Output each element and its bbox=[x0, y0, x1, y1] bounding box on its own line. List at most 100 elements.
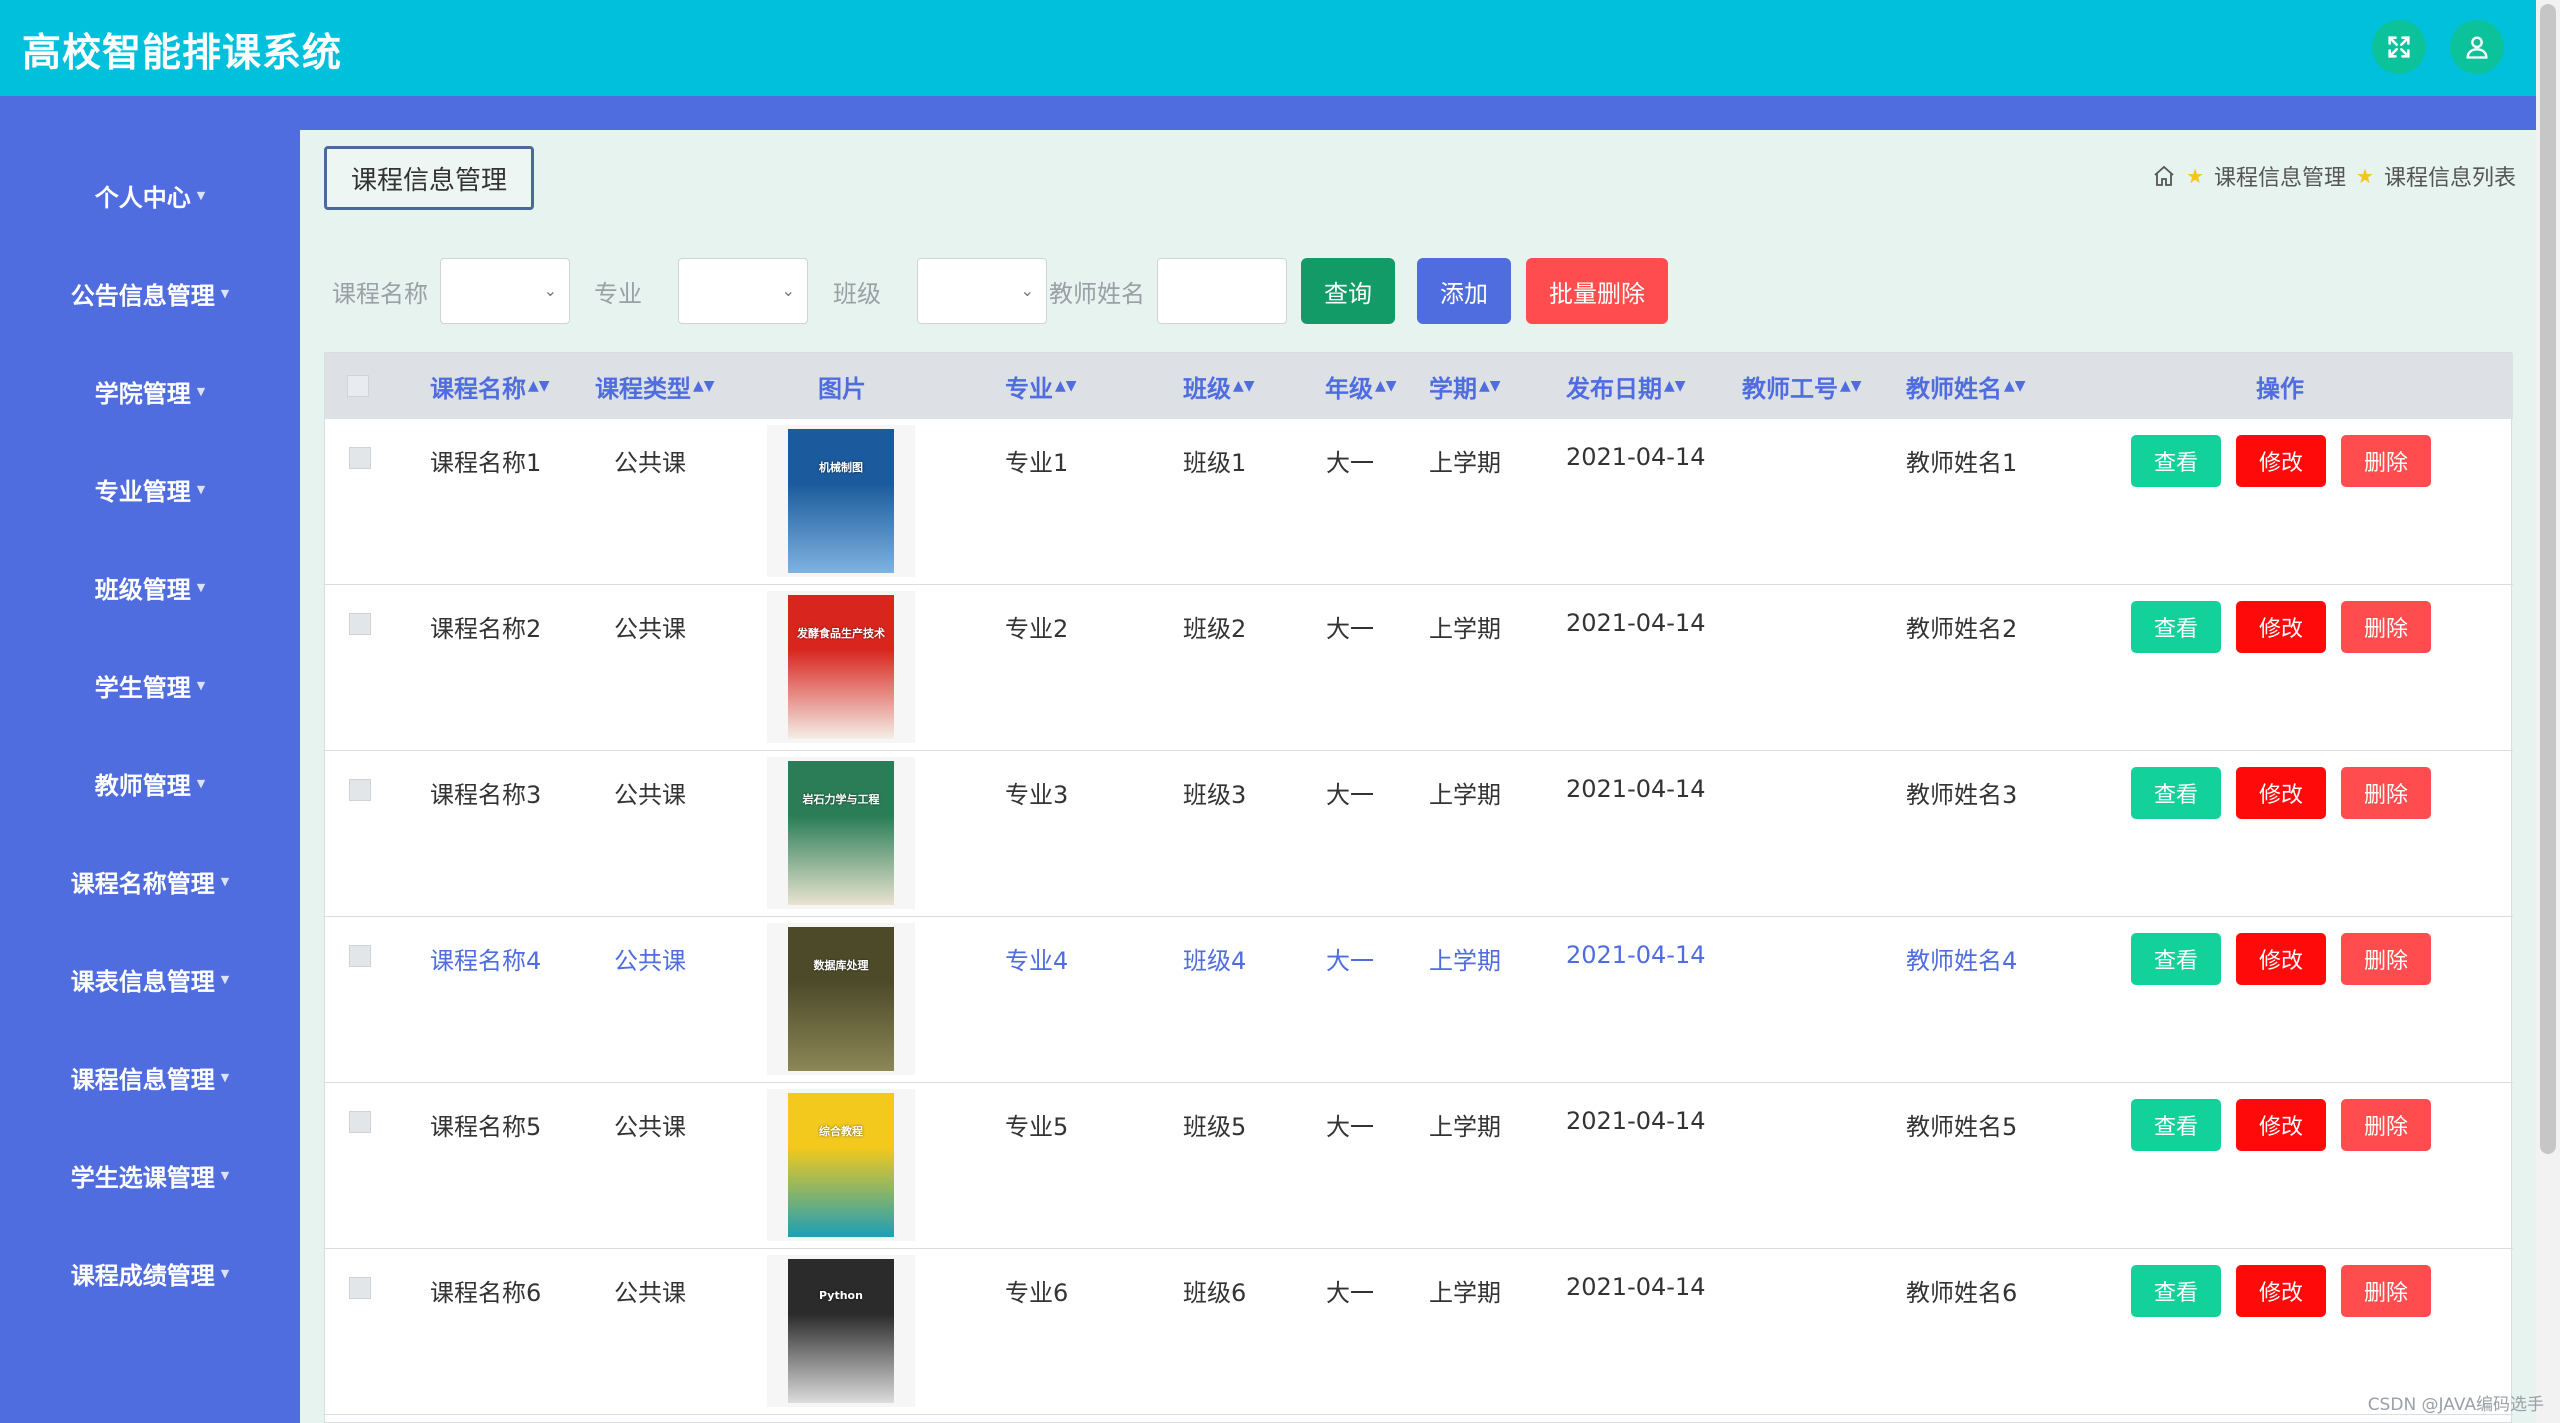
course-image[interactable]: 机械制图 bbox=[767, 425, 915, 577]
sidebar-item-course-selection[interactable]: 学生选课管理 ▼ bbox=[0, 1126, 300, 1224]
view-button[interactable]: 查看 bbox=[2131, 1099, 2221, 1151]
batch-delete-button[interactable]: 批量删除 bbox=[1526, 258, 1668, 324]
sort-icon: ▲▼ bbox=[2004, 378, 2026, 394]
sidebar-item-notice[interactable]: 公告信息管理 ▼ bbox=[0, 244, 300, 342]
teacher-name-cell: 教师姓名4 bbox=[1906, 947, 2018, 975]
table-row[interactable]: 课程名称3 公共课 专业3 班级3 大一 上学期 2021-04-14 教师姓名3 岩石力学与工… bbox=[325, 751, 2513, 917]
edit-button[interactable]: 修改 bbox=[2236, 1099, 2326, 1151]
query-button[interactable]: 查询 bbox=[1301, 258, 1395, 324]
course-name-cell: 课程名称4 bbox=[430, 947, 542, 975]
sidebar-item-course-info[interactable]: 课程信息管理 ▼ bbox=[0, 1028, 300, 1126]
edit-button[interactable]: 修改 bbox=[2236, 1265, 2326, 1317]
sort-icon: ▲▼ bbox=[1375, 378, 1397, 394]
delete-button[interactable]: 删除 bbox=[2341, 601, 2431, 653]
delete-button[interactable]: 删除 bbox=[2341, 767, 2431, 819]
row-checkbox[interactable] bbox=[349, 945, 371, 967]
sidebar-item-label: 课程名称管理 bbox=[70, 869, 215, 898]
class-cell: 班级6 bbox=[1183, 1279, 1247, 1307]
major-select[interactable]: ⌄ bbox=[678, 258, 808, 324]
sidebar-item-personal-center[interactable]: 个人中心 ▼ bbox=[0, 146, 300, 244]
class-select[interactable]: ⌄ bbox=[917, 258, 1047, 324]
column-header[interactable]: 发布日期 ▲▼ bbox=[1566, 353, 1686, 419]
view-button[interactable]: 查看 bbox=[2131, 933, 2221, 985]
user-button[interactable] bbox=[2450, 20, 2504, 74]
table-row[interactable]: 课程名称5 公共课 专业5 班级5 大一 上学期 2021-04-14 教师姓名5 综合教程 查看… bbox=[325, 1083, 2513, 1249]
book-title: 机械制图 bbox=[819, 461, 863, 474]
column-header[interactable]: 学期 ▲▼ bbox=[1429, 353, 1501, 419]
column-header[interactable]: 课程类型 ▲▼ bbox=[595, 353, 715, 419]
sidebar-item-timetable[interactable]: 课表信息管理 ▼ bbox=[0, 930, 300, 1028]
column-header[interactable]: 课程名称 ▲▼ bbox=[430, 353, 550, 419]
page-tab[interactable]: 课程信息管理 bbox=[324, 146, 534, 210]
row-checkbox[interactable] bbox=[349, 447, 371, 469]
add-button[interactable]: 添加 bbox=[1417, 258, 1511, 324]
column-label: 课程名称 bbox=[430, 374, 526, 403]
sidebar-item-major[interactable]: 专业管理 ▼ bbox=[0, 440, 300, 538]
table-row[interactable]: 课程名称6 公共课 专业6 班级6 大一 上学期 2021-04-14 教师姓名6 Python… bbox=[325, 1249, 2513, 1415]
caret-down-icon: ▼ bbox=[196, 482, 206, 496]
star-icon: ★ bbox=[2186, 164, 2205, 188]
column-header[interactable]: 年级 ▲▼ bbox=[1325, 353, 1397, 419]
publish-date-cell: 2021-04-14 bbox=[1566, 1273, 1706, 1301]
view-button[interactable]: 查看 bbox=[2131, 601, 2221, 653]
sidebar-item-college[interactable]: 学院管理 ▼ bbox=[0, 342, 300, 440]
row-checkbox[interactable] bbox=[349, 1277, 371, 1299]
row-checkbox[interactable] bbox=[349, 613, 371, 635]
expand-icon bbox=[2388, 36, 2410, 58]
delete-button[interactable]: 删除 bbox=[2341, 933, 2431, 985]
sidebar-item-class[interactable]: 班级管理 ▼ bbox=[0, 538, 300, 636]
publish-date-cell: 2021-04-14 bbox=[1566, 443, 1706, 471]
teacher-name-input[interactable] bbox=[1157, 258, 1287, 324]
teacher-name-label: 教师姓名 bbox=[1049, 279, 1145, 308]
edit-button[interactable]: 修改 bbox=[2236, 435, 2326, 487]
table-header: 课程名称 ▲▼ 课程类型 ▲▼ 图片 专业 ▲▼ 班级 ▲▼ 年级 ▲▼ 学期 ▲▼ 发布日… bbox=[325, 353, 2513, 419]
column-header[interactable]: 班级 ▲▼ bbox=[1183, 353, 1255, 419]
delete-button[interactable]: 删除 bbox=[2341, 435, 2431, 487]
row-checkbox[interactable] bbox=[349, 779, 371, 801]
view-button[interactable]: 查看 bbox=[2131, 435, 2221, 487]
column-header[interactable]: 教师姓名 ▲▼ bbox=[1906, 353, 2026, 419]
caret-down-icon: ▼ bbox=[220, 286, 230, 300]
breadcrumb-item[interactable]: 课程信息管理 bbox=[2214, 160, 2346, 192]
course-image[interactable]: 综合教程 bbox=[767, 1089, 915, 1241]
delete-button[interactable]: 删除 bbox=[2341, 1099, 2431, 1151]
delete-button[interactable]: 删除 bbox=[2341, 1265, 2431, 1317]
select-all-checkbox[interactable] bbox=[347, 375, 369, 397]
course-image[interactable]: 发酵食品生产技术 bbox=[767, 591, 915, 743]
major-cell: 专业5 bbox=[1005, 1113, 1069, 1141]
course-image[interactable]: Python bbox=[767, 1255, 915, 1407]
edit-button[interactable]: 修改 bbox=[2236, 767, 2326, 819]
star-icon: ★ bbox=[2356, 164, 2374, 188]
sidebar-item-teacher[interactable]: 教师管理 ▼ bbox=[0, 734, 300, 832]
row-checkbox[interactable] bbox=[349, 1111, 371, 1133]
fullscreen-button[interactable] bbox=[2372, 20, 2426, 74]
view-button[interactable]: 查看 bbox=[2131, 1265, 2221, 1317]
scrollbar-thumb[interactable] bbox=[2540, 4, 2556, 1154]
course-name-select[interactable]: ⌄ bbox=[440, 258, 570, 324]
column-label: 图片 bbox=[818, 374, 866, 403]
edit-button[interactable]: 修改 bbox=[2236, 933, 2326, 985]
course-type-cell: 公共课 bbox=[614, 1113, 686, 1141]
sidebar-item-course-name[interactable]: 课程名称管理 ▼ bbox=[0, 832, 300, 930]
book-cover: 数据库处理 bbox=[788, 927, 894, 1071]
term-cell: 上学期 bbox=[1429, 781, 1501, 809]
column-header[interactable]: 专业 ▲▼ bbox=[1005, 353, 1077, 419]
main-content: 课程信息管理 ★ 课程信息管理 ★ 课程信息列表 课程名称 ⌄ 专业 ⌄ 班级 … bbox=[300, 130, 2536, 1423]
sort-icon: ▲▼ bbox=[693, 378, 715, 394]
sidebar-item-grades[interactable]: 课程成绩管理 ▼ bbox=[0, 1224, 300, 1322]
home-icon[interactable] bbox=[2152, 164, 2176, 188]
table-row[interactable]: 课程名称1 公共课 专业1 班级1 大一 上学期 2021-04-14 教师姓名1 机械制图 查看… bbox=[325, 419, 2513, 585]
sidebar-item-label: 学生管理 bbox=[94, 673, 191, 702]
sidebar-item-student[interactable]: 学生管理 ▼ bbox=[0, 636, 300, 734]
edit-button[interactable]: 修改 bbox=[2236, 601, 2326, 653]
table-row[interactable]: 课程名称4 公共课 专业4 班级4 大一 上学期 2021-04-14 教师姓名4 数据库处理 查… bbox=[325, 917, 2513, 1083]
caret-down-icon: ▼ bbox=[196, 580, 206, 594]
caret-down-icon: ▼ bbox=[196, 384, 206, 398]
scrollbar[interactable] bbox=[2536, 0, 2560, 1423]
column-header[interactable]: 教师工号 ▲▼ bbox=[1742, 353, 1862, 419]
column-header: 操作 bbox=[2256, 353, 2304, 419]
course-image[interactable]: 岩石力学与工程 bbox=[767, 757, 915, 909]
view-button[interactable]: 查看 bbox=[2131, 767, 2221, 819]
table-row[interactable]: 课程名称2 公共课 专业2 班级2 大一 上学期 2021-04-14 教师姓名2 发酵食品生产… bbox=[325, 585, 2513, 751]
course-image[interactable]: 数据库处理 bbox=[767, 923, 915, 1075]
